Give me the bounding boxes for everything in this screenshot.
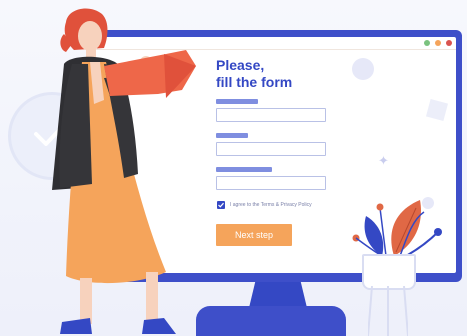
form-title-line2: fill the form [216,74,293,90]
next-step-button[interactable]: Next step [216,224,292,246]
terms-row: I agree to the Terms & Privacy Policy [217,201,312,209]
plant-pot [362,254,416,290]
form-title: Please, fill the form [216,57,376,91]
sparkle-icon: ✦ [378,153,389,168]
form-field-2[interactable] [216,142,326,156]
window-dot-orange[interactable] [435,40,441,46]
woman-illustration [52,8,196,334]
form-field-1[interactable] [216,108,326,122]
window-dot-red[interactable] [446,40,452,46]
terms-label: I agree to the Terms & Privacy Policy [230,202,312,208]
circle-decoration [352,58,374,80]
square-decoration [425,98,449,122]
form-field-3[interactable] [216,176,326,190]
pot-stand-icon [368,286,408,336]
window-dot-green[interactable] [424,40,430,46]
